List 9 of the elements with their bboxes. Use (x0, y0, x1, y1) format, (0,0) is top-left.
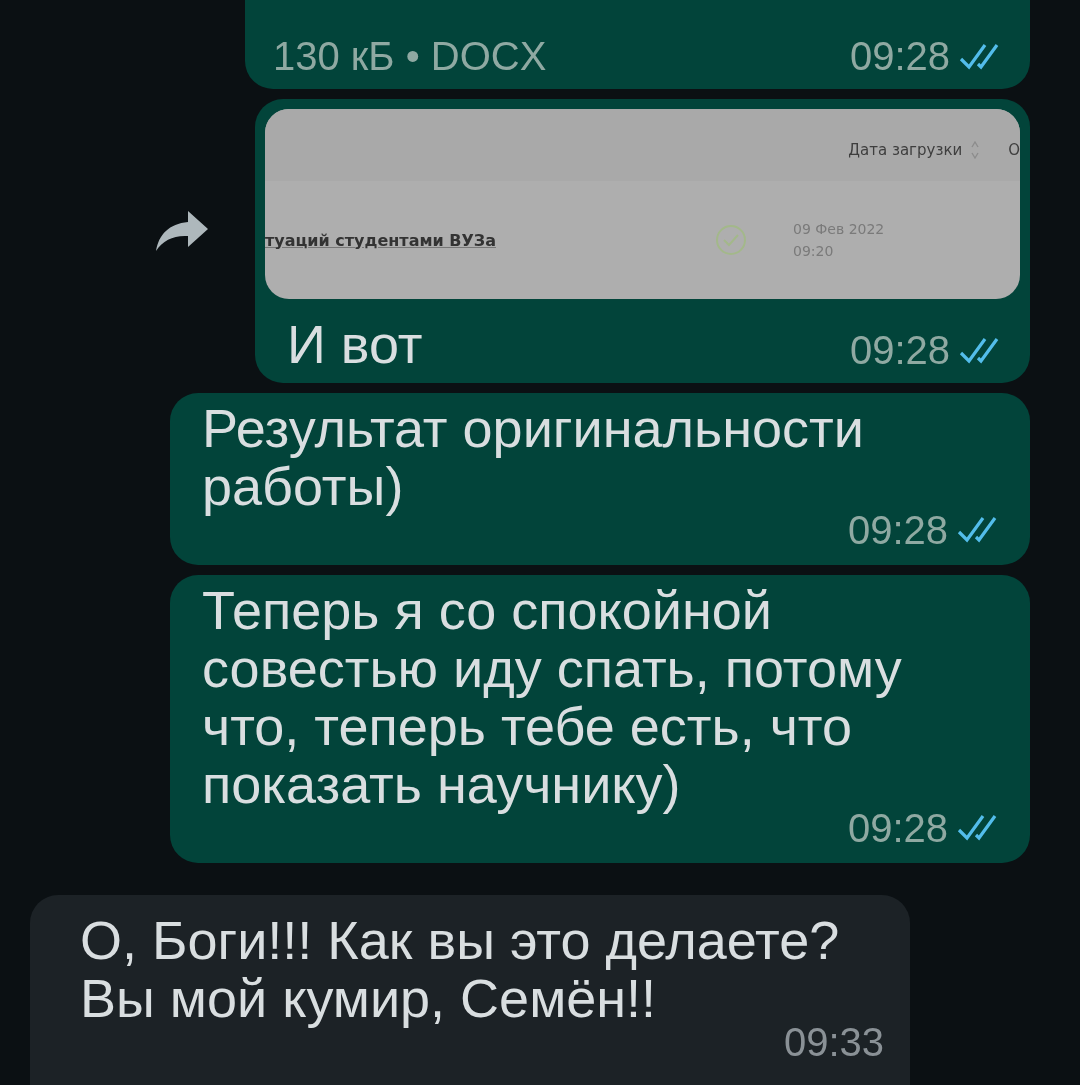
file-name: туаций студентами ВУЗа (265, 230, 497, 250)
column-header: Дата загрузки (848, 141, 963, 159)
message-time: 09:28 (849, 328, 950, 373)
message-time: 09:28 (849, 34, 950, 79)
forward-icon[interactable] (154, 209, 210, 253)
sort-icon (970, 139, 981, 161)
file-details: 130 кБ • DOCX (273, 34, 547, 79)
column-header: О (1008, 141, 1020, 159)
message-text: И вот (287, 315, 423, 373)
